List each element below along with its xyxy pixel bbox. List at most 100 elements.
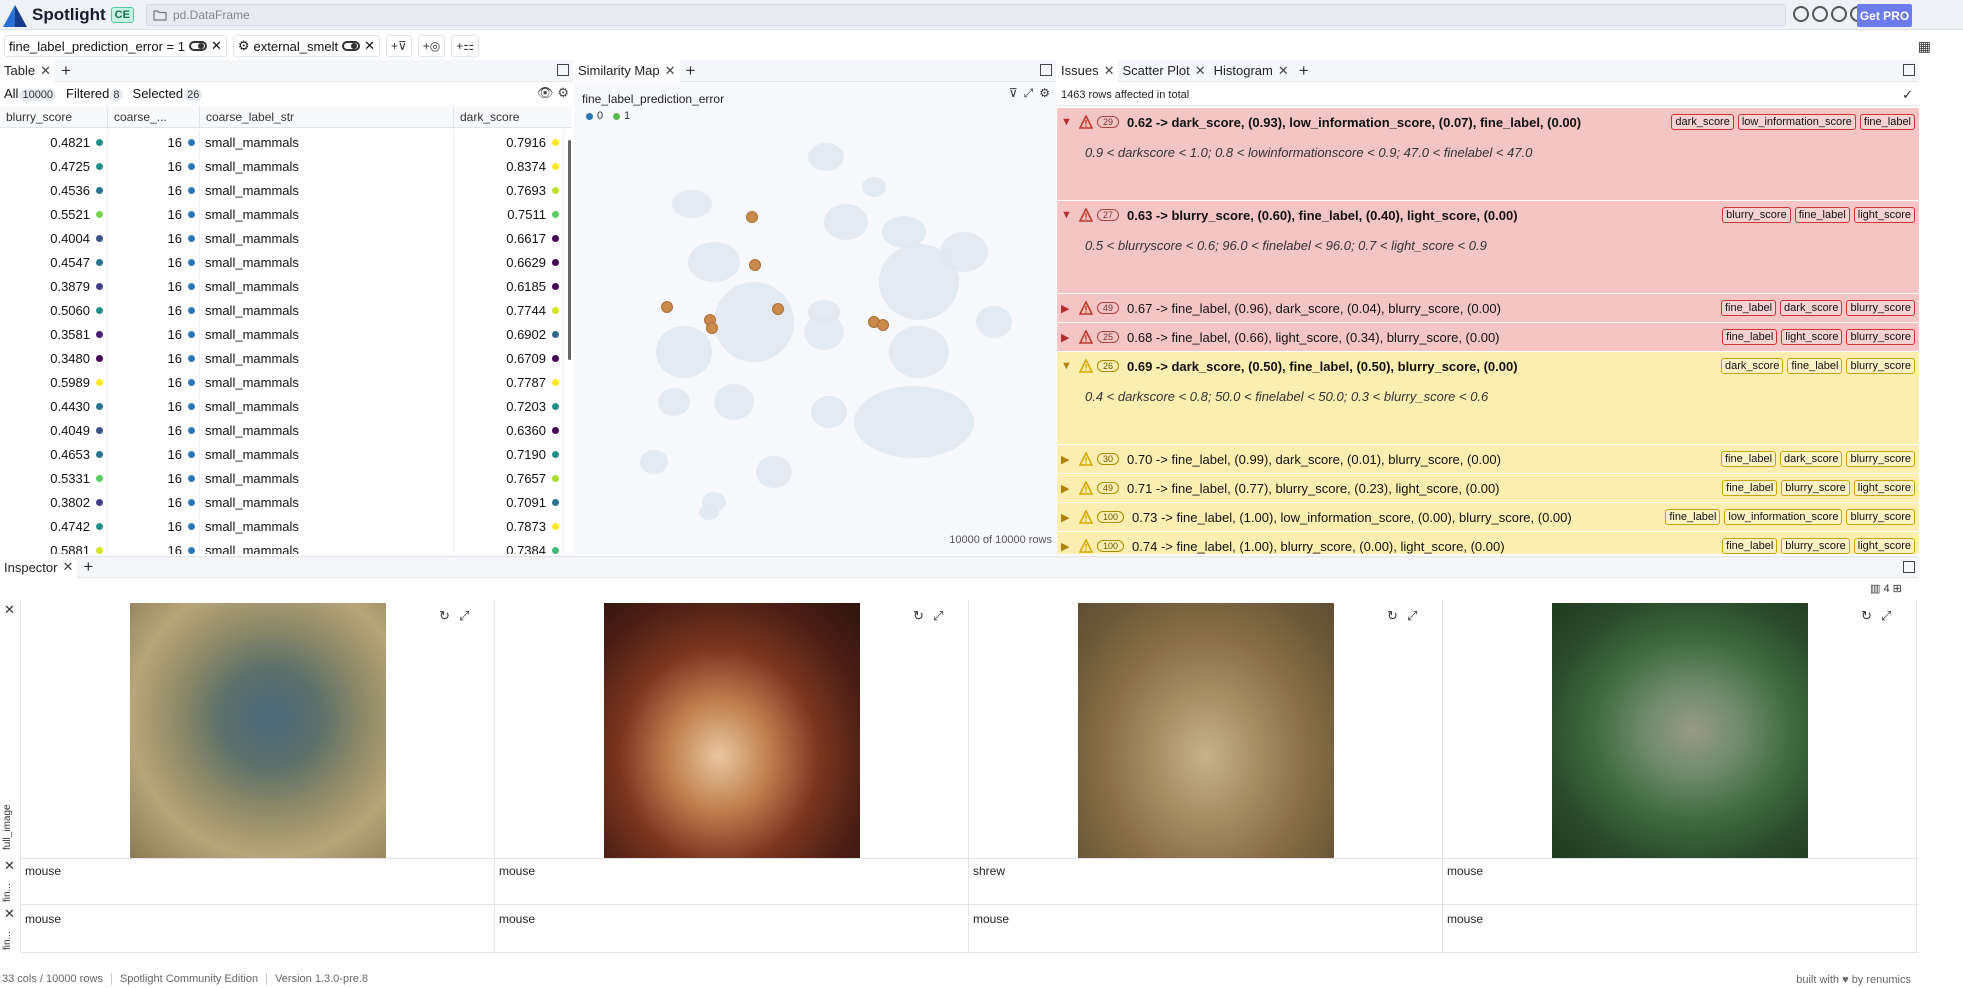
- reset-view-icon[interactable]: ↻: [913, 608, 924, 624]
- layout-icon[interactable]: ▦: [1918, 38, 1931, 55]
- issue-tag[interactable]: blurry_score: [1846, 451, 1915, 467]
- issue-tag[interactable]: light_score: [1853, 538, 1915, 554]
- issue-header[interactable]: ▶ 49 0.71 -> fine_label, (0.77), blurry_sc…: [1057, 474, 1919, 502]
- help-icon[interactable]: [1812, 6, 1828, 22]
- add-similarity-filter-button[interactable]: +◎: [417, 35, 446, 57]
- issue-header[interactable]: ▶ 25 0.68 -> fine_label, (0.66), light_sco…: [1057, 323, 1919, 351]
- dataset-path-field[interactable]: pd.DataFrame: [146, 4, 1786, 26]
- add-view-icon[interactable]: ⊞: [1893, 583, 1902, 595]
- view-filtered-button[interactable]: Filtered 8: [66, 86, 123, 101]
- map-point-selected[interactable]: [749, 259, 761, 271]
- table-row[interactable]: 0.4725 16 small_mammals 0.8374: [0, 154, 570, 178]
- inspector-card[interactable]: ↻ ⤢ mouse mouse: [495, 600, 969, 952]
- issue-tag[interactable]: light_score: [1781, 329, 1843, 345]
- table-row[interactable]: 0.4821 16 small_mammals 0.7916: [0, 130, 570, 154]
- add-tag-filter-button[interactable]: +⚏: [451, 35, 480, 57]
- table-row[interactable]: 0.5989 16 small_mammals 0.7787: [0, 370, 570, 394]
- reset-view-icon[interactable]: ↻: [439, 608, 450, 624]
- chevron-right-icon[interactable]: ▶: [1061, 302, 1075, 315]
- chevron-right-icon[interactable]: ▶: [1061, 331, 1075, 344]
- table-row[interactable]: 0.5521 16 small_mammals 0.7511: [0, 202, 570, 226]
- issue-tag[interactable]: blurry_score: [1846, 509, 1915, 525]
- built-with-link[interactable]: built with ♥ by renumics: [1796, 974, 1911, 986]
- issue-tag[interactable]: light_score: [1853, 480, 1915, 496]
- inspector-card[interactable]: ↻ ⤢ mouse mouse: [1443, 600, 1917, 952]
- issue-tag[interactable]: fine_label: [1720, 451, 1777, 467]
- view-all-button[interactable]: All 10000: [4, 86, 57, 101]
- column-header-coarse[interactable]: coarse_...: [108, 106, 200, 128]
- add-tab-button[interactable]: +: [77, 557, 99, 577]
- issue-tag[interactable]: fine_label: [1722, 480, 1778, 496]
- map-point-selected[interactable]: [661, 301, 673, 313]
- issue-tag[interactable]: blurry_score: [1846, 329, 1915, 345]
- logo[interactable]: Spotlight CE: [0, 2, 140, 28]
- grid-columns-icon[interactable]: ▥: [1870, 583, 1880, 595]
- table-row[interactable]: 0.4004 16 small_mammals 0.6617: [0, 226, 570, 250]
- add-tab-button[interactable]: +: [680, 61, 702, 81]
- map-point-selected[interactable]: [706, 322, 718, 334]
- issue-header[interactable]: ▶ 30 0.70 -> fine_label, (0.99), dark_scor…: [1057, 445, 1919, 473]
- issue-tag[interactable]: blurry_score: [1846, 300, 1915, 316]
- column-visibility-icon[interactable]: 👁: [537, 85, 554, 101]
- table-row[interactable]: 0.4430 16 small_mammals 0.7203: [0, 394, 570, 418]
- filter-chip-prediction-error[interactable]: fine_label_prediction_error = 1 ✕: [4, 35, 227, 57]
- issue-header[interactable]: ▼ 26 0.69 -> dark_score, (0.50), fine_labe…: [1057, 352, 1919, 380]
- full-image[interactable]: [1552, 603, 1808, 858]
- map-canvas[interactable]: [574, 82, 1056, 554]
- table-scrollbar[interactable]: [568, 140, 571, 360]
- issue-tag[interactable]: blurry_score: [1781, 538, 1850, 554]
- issue-tag[interactable]: dark_score: [1671, 114, 1734, 130]
- close-icon[interactable]: ✕: [40, 63, 51, 79]
- close-icon[interactable]: ✕: [211, 38, 222, 54]
- filter-chip-external-smelt[interactable]: ⚙ external_smelt ✕: [232, 35, 380, 57]
- column-header-blurry[interactable]: blurry_score: [0, 106, 108, 128]
- table-row[interactable]: 0.4049 16 small_mammals 0.6360: [0, 418, 570, 442]
- issue-tag[interactable]: blurry_score: [1722, 207, 1791, 223]
- table-row[interactable]: 0.5331 16 small_mammals 0.7657: [0, 466, 570, 490]
- table-row[interactable]: 0.3879 16 small_mammals 0.6185: [0, 274, 570, 298]
- column-header-coarse-str[interactable]: coarse_label_str: [200, 106, 454, 128]
- table-row[interactable]: 0.5881 16 small_mammals 0.7384: [0, 538, 570, 554]
- issue-header[interactable]: ▶ 100 0.73 -> fine_label, (1.00), low_info…: [1057, 503, 1919, 531]
- tab-scatter-plot[interactable]: Scatter Plot ✕: [1118, 60, 1209, 82]
- toggle-icon[interactable]: [342, 41, 361, 51]
- map-point-selected[interactable]: [772, 303, 784, 315]
- close-icon[interactable]: ✕: [1278, 63, 1289, 79]
- expand-icon[interactable]: ⤢: [459, 608, 469, 624]
- close-icon[interactable]: ✕: [1195, 63, 1206, 79]
- issue-item[interactable]: ▶ 49 0.71 -> fine_label, (0.77), blurry_sc…: [1057, 474, 1919, 503]
- issue-header[interactable]: ▼ 27 0.63 -> blurry_score, (0.60), fine_la…: [1057, 201, 1919, 229]
- chevron-right-icon[interactable]: ▶: [1061, 482, 1075, 495]
- tab-issues[interactable]: Issues ✕: [1057, 59, 1119, 82]
- expand-icon[interactable]: ⤢: [1407, 608, 1417, 624]
- issue-tag[interactable]: fine_label: [1722, 329, 1778, 345]
- issue-item[interactable]: ▶ 49 0.67 -> fine_label, (0.96), dark_scor…: [1057, 294, 1919, 323]
- chevron-right-icon[interactable]: ▶: [1061, 511, 1075, 524]
- view-selected-button[interactable]: Selected 26: [133, 86, 203, 101]
- issue-tag[interactable]: fine_label: [1665, 509, 1721, 525]
- close-icon[interactable]: ✕: [62, 559, 73, 575]
- issue-item[interactable]: ▼ 29 0.62 -> dark_score, (0.93), low_infor…: [1057, 108, 1919, 201]
- issue-item[interactable]: ▼ 27 0.63 -> blurry_score, (0.60), fine_la…: [1057, 201, 1919, 294]
- grid-columns-count[interactable]: 4: [1883, 583, 1889, 595]
- issue-item[interactable]: ▶ 25 0.68 -> fine_label, (0.66), light_sco…: [1057, 323, 1919, 352]
- issue-header[interactable]: ▶ 100 0.74 -> fine_label, (1.00), blurry_s…: [1057, 532, 1919, 554]
- issue-header[interactable]: ▼ 29 0.62 -> dark_score, (0.93), low_infor…: [1057, 108, 1919, 136]
- chevron-right-icon[interactable]: ▶: [1061, 540, 1075, 553]
- issue-tag[interactable]: fine_label: [1722, 538, 1778, 554]
- table-row[interactable]: 0.3802 16 small_mammals 0.7091: [0, 490, 570, 514]
- table-row[interactable]: 0.4742 16 small_mammals 0.7873: [0, 514, 570, 538]
- issue-tag[interactable]: dark_score: [1720, 358, 1784, 374]
- settings-icon[interactable]: ⚙: [557, 85, 569, 101]
- inspector-card[interactable]: ↻ ⤢ shrew mouse: [969, 600, 1443, 952]
- inspector-card[interactable]: ↻ ⤢ mouse mouse: [21, 600, 495, 952]
- add-filter-button[interactable]: +⊽: [386, 35, 412, 57]
- maximize-icon[interactable]: [557, 64, 569, 76]
- chevron-right-icon[interactable]: ▶: [1061, 453, 1075, 466]
- reset-view-icon[interactable]: ↻: [1387, 608, 1398, 624]
- table-row[interactable]: 0.4536 16 small_mammals 0.7693: [0, 178, 570, 202]
- full-image[interactable]: [1078, 603, 1334, 858]
- add-tab-button[interactable]: +: [55, 61, 77, 81]
- table-row[interactable]: 0.3480 16 small_mammals 0.6709: [0, 346, 570, 370]
- issue-item[interactable]: ▶ 30 0.70 -> fine_label, (0.99), dark_scor…: [1057, 445, 1919, 474]
